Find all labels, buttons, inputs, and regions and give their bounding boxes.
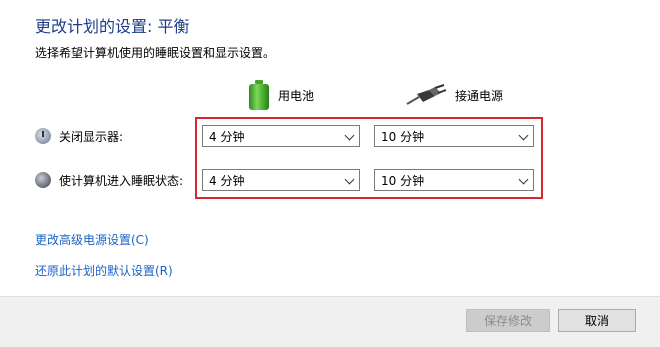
sleep-label: 使计算机进入睡眠状态:: [59, 173, 184, 188]
chevron-down-icon: [344, 130, 355, 141]
page-subtitle: 选择希望计算机使用的睡眠设置和显示设置。: [35, 46, 276, 60]
chevron-down-icon: [518, 174, 529, 185]
chevron-down-icon: [344, 174, 355, 185]
battery-icon: [248, 80, 270, 110]
column-label-battery: 用电池: [278, 88, 315, 103]
power-plug-icon: [406, 84, 447, 105]
display-off-battery-select[interactable]: 4 分钟: [202, 125, 360, 147]
sleep-battery-select[interactable]: 4 分钟: [202, 169, 360, 191]
advanced-power-settings-link[interactable]: 更改高级电源设置(C): [35, 231, 149, 248]
display-off-plugged-select[interactable]: 10 分钟: [374, 125, 534, 147]
power-plan-settings-window: 更改计划的设置: 平衡 选择希望计算机使用的睡眠设置和显示设置。 用电池 接通电…: [0, 0, 660, 347]
page-title: 更改计划的设置: 平衡: [35, 17, 190, 36]
select-value: 10 分钟: [381, 173, 425, 188]
select-value: 10 分钟: [381, 129, 425, 144]
column-label-plugged-in: 接通电源: [455, 88, 504, 103]
select-value: 4 分钟: [209, 173, 245, 188]
select-value: 4 分钟: [209, 129, 245, 144]
chevron-down-icon: [518, 130, 529, 141]
restore-defaults-link[interactable]: 还原此计划的默认设置(R): [35, 262, 173, 279]
save-changes-button[interactable]: 保存修改: [466, 309, 550, 332]
sleep-plugged-select[interactable]: 10 分钟: [374, 169, 534, 191]
row-label-display-off: 关闭显示器:: [35, 124, 123, 148]
sleep-icon: [35, 172, 51, 188]
column-header-plugged-in: 接通电源: [405, 80, 503, 110]
row-label-sleep: 使计算机进入睡眠状态:: [35, 168, 183, 192]
display-off-label: 关闭显示器:: [59, 129, 124, 144]
cancel-button[interactable]: 取消: [558, 309, 636, 332]
column-header-battery: 用电池: [248, 80, 314, 110]
display-icon: [35, 128, 51, 144]
